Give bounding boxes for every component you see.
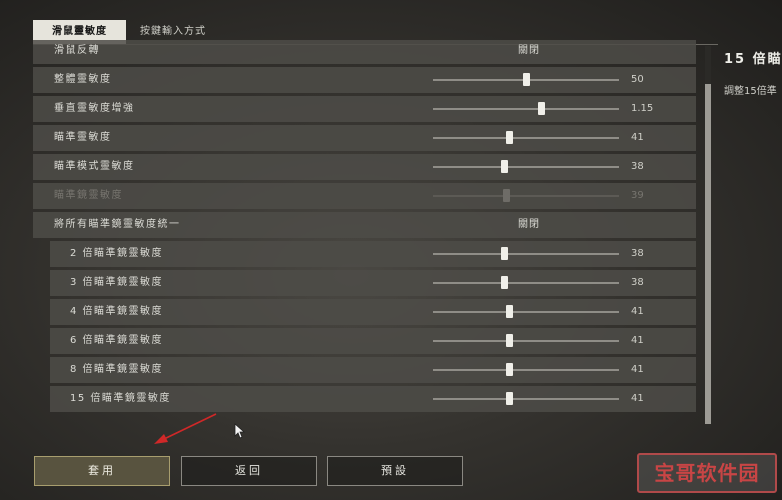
slider-value: 50 xyxy=(631,74,644,85)
setting-row-scope-sensitivity: 瞄準鏡靈敏度 39 xyxy=(33,183,696,209)
setting-label: 整體靈敏度 xyxy=(54,74,112,85)
slider-thumb[interactable] xyxy=(506,334,514,347)
slider-track[interactable] xyxy=(433,334,619,347)
slider-value: 39 xyxy=(631,190,644,201)
setting-label: 6 倍瞄準鏡靈敏度 xyxy=(70,335,164,346)
setting-row-scope-8x: 8 倍瞄準鏡靈敏度 41 xyxy=(50,357,696,383)
slider-thumb[interactable] xyxy=(506,363,514,376)
slider-thumb[interactable] xyxy=(506,392,514,405)
unify-scopes-toggle[interactable]: 關閉 xyxy=(518,212,558,238)
setting-label: 2 倍瞄準鏡靈敏度 xyxy=(70,248,164,259)
watermark-logo: 宝哥软件园 xyxy=(637,453,777,493)
slider-value: 41 xyxy=(631,393,644,404)
slider-thumb[interactable] xyxy=(500,276,508,289)
setting-label: 瞄準靈敏度 xyxy=(54,132,112,143)
mouse-invert-toggle[interactable]: 關閉 xyxy=(518,40,558,64)
slider-thumb[interactable] xyxy=(523,73,530,86)
settings-scrollbar[interactable] xyxy=(705,46,711,428)
setting-row-scope-3x: 3 倍瞄準鏡靈敏度 38 xyxy=(50,270,696,296)
slider-thumb[interactable] xyxy=(506,131,514,144)
mouse-cursor-icon xyxy=(234,423,246,439)
annotation-arrow-icon xyxy=(154,413,217,444)
slider-track[interactable] xyxy=(433,247,619,260)
setting-row-scope-15x: 15 倍瞄準鏡靈敏度 41 xyxy=(50,386,696,412)
scrollbar-thumb[interactable] xyxy=(705,84,711,424)
slider-track xyxy=(433,189,619,202)
setting-label: 瞄準鏡靈敏度 xyxy=(54,190,123,201)
slider-track[interactable] xyxy=(433,160,619,173)
setting-row-aim-sensitivity: 瞄準靈敏度 41 xyxy=(33,125,696,151)
slider-thumb xyxy=(502,189,510,202)
slider-track[interactable] xyxy=(433,102,619,115)
setting-label: 3 倍瞄準鏡靈敏度 xyxy=(70,277,164,288)
back-button[interactable]: 返回 xyxy=(181,456,317,486)
setting-row-general-sensitivity: 整體靈敏度 50 xyxy=(33,67,696,93)
setting-label: 滑鼠反轉 xyxy=(54,45,100,56)
setting-label: 垂直靈敏度增強 xyxy=(54,103,135,114)
slider-value: 41 xyxy=(631,335,644,346)
slider-track[interactable] xyxy=(433,73,619,86)
setting-label: 4 倍瞄準鏡靈敏度 xyxy=(70,306,164,317)
apply-button[interactable]: 套用 xyxy=(34,456,170,486)
slider-thumb[interactable] xyxy=(500,247,508,260)
setting-row-aim-mode-sensitivity: 瞄準模式靈敏度 38 xyxy=(33,154,696,180)
setting-row-scope-4x: 4 倍瞄準鏡靈敏度 41 xyxy=(50,299,696,325)
setting-label: 8 倍瞄準鏡靈敏度 xyxy=(70,364,164,375)
slider-track[interactable] xyxy=(433,131,619,144)
detail-description: 調整15倍準 xyxy=(724,86,777,97)
slider-value: 1.15 xyxy=(631,103,654,114)
slider-thumb[interactable] xyxy=(537,102,545,115)
slider-value: 38 xyxy=(631,277,644,288)
detail-title: 15 倍瞄準 xyxy=(724,52,782,67)
setting-row-vertical-boost: 垂直靈敏度增強 1.15 xyxy=(33,96,696,122)
slider-track[interactable] xyxy=(433,305,619,318)
settings-list: 滑鼠反轉 關閉 整體靈敏度 50 垂直靈敏度增強 1.15 瞄準靈敏度 41 瞄… xyxy=(33,40,696,416)
slider-track[interactable] xyxy=(433,392,619,405)
slider-value: 41 xyxy=(631,132,644,143)
setting-row-scope-6x: 6 倍瞄準鏡靈敏度 41 xyxy=(50,328,696,354)
setting-label: 將所有瞄準鏡靈敏度統一 xyxy=(54,219,181,230)
slider-track[interactable] xyxy=(433,363,619,376)
slider-thumb[interactable] xyxy=(500,160,508,173)
slider-value: 38 xyxy=(631,248,644,259)
setting-row-scope-2x: 2 倍瞄準鏡靈敏度 38 xyxy=(50,241,696,267)
slider-thumb[interactable] xyxy=(506,305,514,318)
setting-label: 15 倍瞄準鏡靈敏度 xyxy=(70,393,171,404)
default-button[interactable]: 預設 xyxy=(327,456,463,486)
setting-label: 瞄準模式靈敏度 xyxy=(54,161,135,172)
setting-row-mouse-invert[interactable]: 滑鼠反轉 關閉 xyxy=(33,40,696,64)
setting-row-unify-scopes[interactable]: 將所有瞄準鏡靈敏度統一 關閉 xyxy=(33,212,696,238)
slider-track[interactable] xyxy=(433,276,619,289)
slider-value: 41 xyxy=(631,306,644,317)
slider-value: 38 xyxy=(631,161,644,172)
slider-value: 41 xyxy=(631,364,644,375)
